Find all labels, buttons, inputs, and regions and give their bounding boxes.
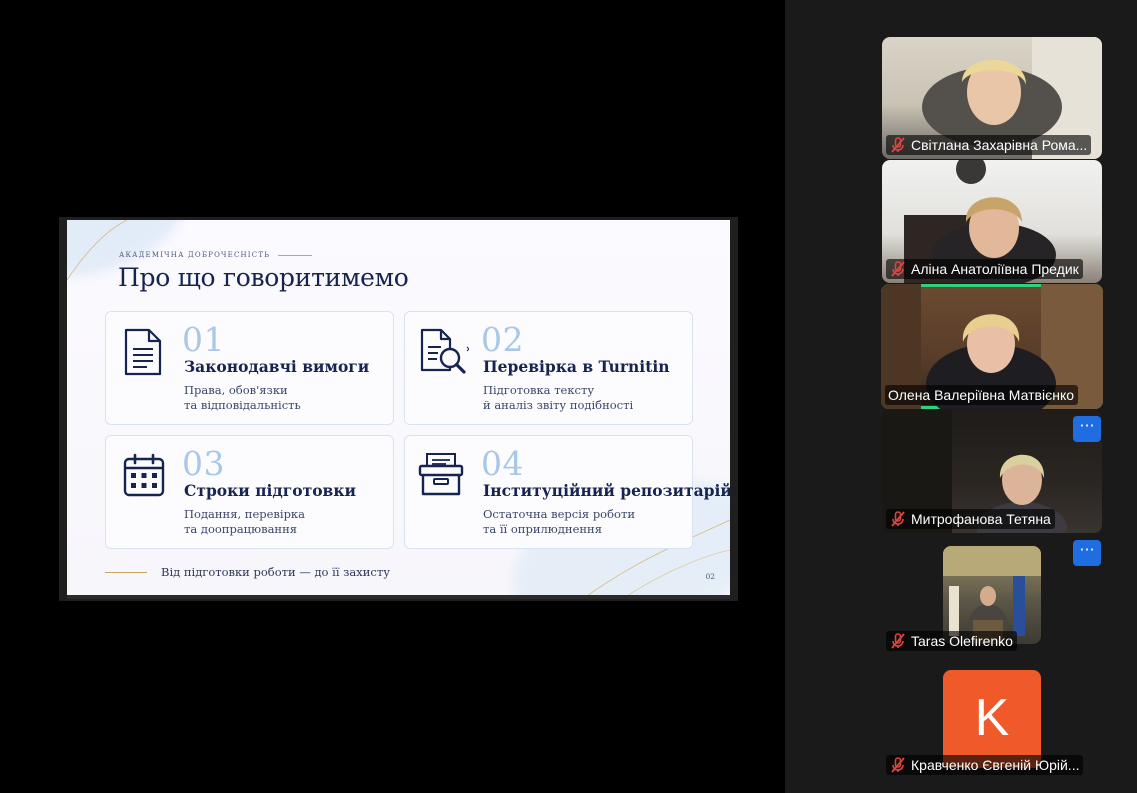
footer-rule	[105, 571, 147, 573]
participant-name: Taras Olefirenko	[911, 633, 1013, 649]
eyebrow-text: АКАДЕМІЧНА ДОБРОЧЕСНІСТЬ	[119, 251, 271, 259]
participant-name: Митрофанова Тетяна	[911, 511, 1051, 527]
calendar-icon	[123, 453, 165, 497]
slide-page-number: 02	[705, 572, 715, 581]
card-description-line: Остаточна версія роботи	[483, 507, 635, 521]
card-description: Підготовка тексту й аналіз звіту подібно…	[483, 383, 633, 413]
agenda-card-3: 03 Строки підготовки Подання, перевірка …	[105, 435, 394, 549]
card-description-line: Подання, перевірка	[184, 507, 305, 521]
card-description-line: та її оприлюднення	[483, 522, 602, 536]
participant-name-label: Taras Olefirenko	[886, 631, 1017, 651]
muted-mic-icon	[891, 137, 905, 153]
participant-name-label: Кравченко Євгеній Юрій...	[886, 755, 1084, 775]
slide-footer: Від підготовки роботи — до її захисту	[105, 565, 390, 579]
card-description-line: та відповідальність	[184, 398, 301, 412]
participant-name-label: Олена Валеріївна Матвієнко	[885, 385, 1079, 405]
shared-slide-frame: АКАДЕМІЧНА ДОБРОЧЕСНІСТЬ Про що говорити…	[59, 217, 738, 601]
participant-video-tile[interactable]: Світлана Захарівна Рома...	[882, 37, 1102, 159]
participant-more-options-button[interactable]: ···	[1073, 540, 1101, 566]
card-heading: Законодавчі вимоги	[184, 357, 370, 376]
shared-screen-area: АКАДЕМІЧНА ДОБРОЧЕСНІСТЬ Про що говорити…	[0, 0, 785, 793]
card-description-line: Права, обов'язки	[184, 383, 288, 397]
slide-eyebrow: АКАДЕМІЧНА ДОБРОЧЕСНІСТЬ	[119, 251, 313, 259]
participant-video-tile[interactable]: Аліна Анатоліївна Предик	[882, 160, 1102, 283]
card-description: Права, обов'язки та відповідальність	[184, 383, 301, 413]
card-number: 03	[182, 444, 225, 483]
eyebrow-rule	[278, 254, 313, 256]
card-description-line: та доопрацювання	[184, 522, 298, 536]
participant-name-label: Світлана Захарівна Рома...	[886, 135, 1092, 155]
participant-name: Кравченко Євгеній Юрій...	[911, 757, 1080, 773]
participant-name: Світлана Захарівна Рома...	[911, 137, 1088, 153]
card-number: 02	[481, 320, 524, 359]
card-description: Подання, перевірка та доопрацювання	[184, 507, 305, 537]
muted-mic-icon	[891, 633, 905, 649]
document-search-icon	[420, 328, 469, 374]
participant-video-tile[interactable]: Митрофанова Тетяна	[882, 410, 1102, 533]
muted-mic-icon	[891, 757, 905, 773]
footer-text: Від підготовки роботи — до її захисту	[161, 565, 390, 579]
muted-mic-icon	[891, 511, 905, 527]
card-heading: Строки підготовки	[184, 481, 357, 500]
participant-more-options-button[interactable]: ···	[1073, 416, 1101, 442]
card-description-line: Підготовка тексту	[483, 383, 595, 397]
card-number: 01	[182, 320, 225, 359]
card-description-line: й аналіз звіту подібності	[483, 398, 634, 412]
participant-name: Аліна Анатоліївна Предик	[911, 261, 1079, 277]
muted-mic-icon	[891, 261, 905, 277]
presentation-slide: АКАДЕМІЧНА ДОБРОЧЕСНІСТЬ Про що говорити…	[67, 220, 730, 596]
participant-video-tile[interactable]	[943, 546, 1041, 644]
card-heading: Інституційний репозитарій	[483, 481, 730, 500]
participants-panel: Світлана Захарівна Рома... Аліна Анатолі…	[785, 0, 1137, 793]
agenda-card-2: 02 Перевірка в Turnitin Підготовка текст…	[404, 311, 693, 425]
participant-name-label: Аліна Анатоліївна Предик	[886, 259, 1083, 279]
card-heading: Перевірка в Turnitin	[483, 357, 670, 376]
participant-avatar-tile[interactable]: K	[943, 670, 1041, 768]
slide-title: Про що говоритимемо	[118, 263, 409, 292]
participant-video-tile-active-speaker[interactable]: Олена Валеріївна Матвієнко	[881, 284, 1103, 409]
card-description: Остаточна версія роботи та її оприлюднен…	[483, 507, 635, 537]
participant-video-feed	[943, 546, 1041, 644]
archive-box-icon	[418, 453, 464, 496]
slide-progress-bar	[67, 595, 730, 599]
agenda-card-1: 01 Законодавчі вимоги Права, обов'язки т…	[105, 311, 394, 425]
participant-name: Олена Валеріївна Матвієнко	[888, 387, 1075, 403]
participant-initial-avatar: K	[943, 670, 1041, 768]
agenda-card-4: 04 Інституційний репозитарій Остаточна в…	[404, 435, 730, 549]
document-icon	[124, 328, 162, 376]
participant-name-label: Митрофанова Тетяна	[886, 509, 1055, 529]
card-number: 04	[481, 444, 524, 483]
